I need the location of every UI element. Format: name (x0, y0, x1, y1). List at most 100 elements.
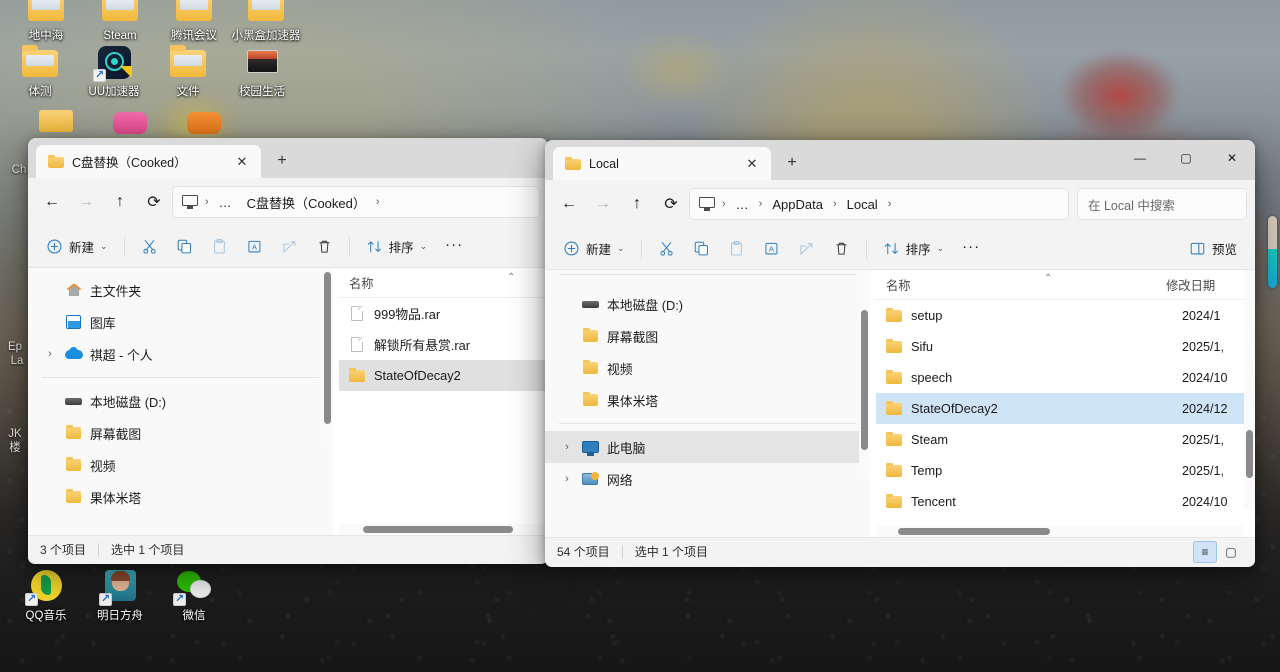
window1-breadcrumb[interactable]: › … C盘替换（Cooked） › (172, 186, 540, 218)
window2-navigation-pane[interactable]: 本地磁盘 (D:) 屏幕截图 视频 果体米塔 › 此电脑 › 网络 (545, 270, 870, 537)
file-list-hscrollbar[interactable] (876, 526, 1244, 537)
cut-button[interactable] (133, 232, 166, 262)
file-list-vscrollbar[interactable] (1244, 270, 1255, 510)
desktop-icon-wenjian[interactable]: 文件 (150, 44, 226, 99)
share-button[interactable] (273, 232, 306, 262)
table-row[interactable]: Temp 2025/1, (876, 455, 1255, 486)
new-tab-button[interactable]: + (777, 148, 807, 178)
close-icon[interactable]: ✕ (741, 153, 763, 175)
window1-tab-active[interactable]: C盘替换（Cooked） ✕ (36, 145, 261, 178)
details-view-button[interactable]: ≡ (1193, 540, 1217, 563)
nav-item-gallery[interactable]: 图库 (34, 306, 327, 338)
column-header-name[interactable]: 名称 (339, 274, 374, 292)
desktop-icon-tencent-meeting[interactable]: 腾讯会议 (156, 0, 232, 43)
table-row-selected[interactable]: StateOfDecay2 (339, 360, 548, 391)
nav-item-guoti-mita[interactable]: 果体米塔 (34, 481, 327, 513)
desktop-icon-campus-life[interactable]: 校园生活 (224, 44, 300, 99)
explorer-window-c-drive-replace[interactable]: C盘替换（Cooked） ✕ + ← → ↑ ⟳ › … C盘替换（Cooked… (28, 138, 548, 564)
column-header-date[interactable]: 修改日期 (1156, 276, 1215, 294)
chevron-right-icon[interactable]: › (559, 441, 575, 453)
this-pc-icon[interactable] (698, 196, 716, 212)
large-icons-view-button[interactable]: ▢ (1219, 541, 1243, 563)
refresh-button[interactable]: ⟳ (138, 186, 170, 218)
sort-button[interactable]: 排序 ⌄ (358, 232, 436, 262)
copy-button[interactable] (168, 232, 201, 262)
nav-item-videos[interactable]: 视频 (551, 352, 864, 384)
window2-tab-active[interactable]: Local ✕ (553, 147, 771, 180)
desktop-edge-gauge-widget[interactable] (1268, 216, 1277, 288)
desktop-icon-uu-accelerator[interactable]: ↗ UU加速器 (76, 44, 152, 99)
desktop-icon-arknights[interactable]: ↗ 明日方舟 (82, 568, 158, 623)
breadcrumb-appdata[interactable]: AppData (766, 195, 829, 214)
cut-button[interactable] (650, 234, 683, 264)
file-list-hscrollbar[interactable] (339, 524, 548, 535)
share-button[interactable] (790, 234, 823, 264)
refresh-button[interactable]: ⟳ (655, 188, 687, 220)
paste-button[interactable] (203, 232, 236, 262)
back-button[interactable]: ← (553, 188, 585, 220)
nav-item-home[interactable]: 主文件夹 (34, 274, 327, 306)
table-row[interactable]: setup 2024/1 (876, 300, 1255, 331)
window2-breadcrumb[interactable]: › … › AppData › Local › (689, 188, 1069, 220)
minimize-button[interactable]: — (1117, 140, 1163, 176)
breadcrumb-overflow[interactable]: … (730, 195, 755, 214)
search-input[interactable]: 在 Local 中搜索 (1077, 188, 1247, 220)
sort-button[interactable]: 排序 ⌄ (875, 234, 953, 264)
forward-button[interactable]: → (70, 186, 102, 218)
chevron-right-icon[interactable]: › (42, 348, 58, 360)
breadcrumb-current[interactable]: C盘替换（Cooked） (241, 191, 372, 214)
up-button[interactable]: ↑ (104, 186, 136, 218)
delete-button[interactable] (825, 234, 858, 264)
close-window-button[interactable]: ✕ (1209, 140, 1255, 176)
table-row[interactable]: Sifu 2025/1, (876, 331, 1255, 362)
explorer-window-local[interactable]: Local ✕ + — ▢ ✕ ← → ↑ ⟳ › … › AppData › … (545, 140, 1255, 567)
delete-button[interactable] (308, 232, 341, 262)
desktop-icon-dizhonghai[interactable]: 地中海 (8, 0, 84, 43)
nav-pane-scrollbar[interactable] (859, 270, 870, 476)
new-item-button[interactable]: 新建 ⌄ (38, 232, 116, 262)
window2-file-list[interactable]: 名称 修改日期 ⌃ setup 2024/1 Sifu 2025/1, spee… (876, 270, 1255, 537)
table-row[interactable]: Steam 2025/1, (876, 424, 1255, 455)
nav-item-local-disk-d[interactable]: 本地磁盘 (D:) (34, 385, 327, 417)
table-row-selected[interactable]: StateOfDecay2 2024/12 (876, 393, 1255, 424)
window1-file-list[interactable]: 名称 ⌃ 999物品.rar 解锁所有悬赏.rar StateOfDecay2 (339, 268, 548, 535)
table-row[interactable]: Tencent 2024/10 (876, 486, 1255, 517)
up-button[interactable]: ↑ (621, 188, 653, 220)
new-item-button[interactable]: 新建 ⌄ (555, 234, 633, 264)
nav-item-guoti-mita[interactable]: 果体米塔 (551, 384, 864, 416)
forward-button[interactable]: → (587, 188, 619, 220)
nav-item-network[interactable]: › 网络 (545, 463, 870, 495)
desktop-icon-wechat[interactable]: ↗ 微信 (156, 568, 232, 623)
nav-item-screenshots[interactable]: 屏幕截图 (551, 320, 864, 352)
maximize-button[interactable]: ▢ (1163, 140, 1209, 176)
desktop-icon-qq-music[interactable]: ↗ QQ音乐 (8, 568, 84, 623)
table-row[interactable]: 解锁所有悬赏.rar (339, 329, 548, 360)
table-row[interactable]: speech 2024/10 (876, 362, 1255, 393)
close-icon[interactable]: ✕ (231, 151, 253, 173)
copy-button[interactable] (685, 234, 718, 264)
window1-navigation-pane[interactable]: 主文件夹 图库 › 祺超 - 个人 本地磁盘 (D:) 屏幕截图 视频 果体米塔 (28, 268, 333, 535)
window2-titlebar[interactable]: Local ✕ + — ▢ ✕ (545, 140, 1255, 180)
this-pc-icon[interactable] (181, 194, 199, 210)
nav-item-screenshots[interactable]: 屏幕截图 (34, 417, 327, 449)
rename-button[interactable]: A (238, 232, 271, 262)
paste-button[interactable] (720, 234, 753, 264)
nav-pane-scrollbar[interactable] (322, 268, 333, 448)
back-button[interactable]: ← (36, 186, 68, 218)
breadcrumb-overflow[interactable]: … (213, 193, 238, 212)
table-row[interactable]: 999物品.rar (339, 298, 548, 329)
desktop-icon-ticeng[interactable]: 体测 (2, 44, 78, 99)
window1-titlebar[interactable]: C盘替换（Cooked） ✕ + (28, 138, 548, 178)
rename-button[interactable]: A (755, 234, 788, 264)
desktop-icon-heibox-accelerator[interactable]: 小黑盒加速器 (228, 0, 304, 43)
column-header-name[interactable]: 名称 (876, 276, 1156, 294)
nav-item-onedrive-personal[interactable]: › 祺超 - 个人 (34, 338, 327, 370)
chevron-right-icon[interactable]: › (559, 473, 575, 485)
nav-item-this-pc[interactable]: › 此电脑 (545, 431, 870, 463)
desktop-icon-steam[interactable]: Steam (82, 0, 158, 43)
breadcrumb-current[interactable]: Local (841, 195, 884, 214)
new-tab-button[interactable]: + (267, 146, 297, 176)
more-options-button[interactable]: ··· (437, 232, 471, 262)
more-options-button[interactable]: ··· (954, 234, 988, 264)
nav-item-videos[interactable]: 视频 (34, 449, 327, 481)
